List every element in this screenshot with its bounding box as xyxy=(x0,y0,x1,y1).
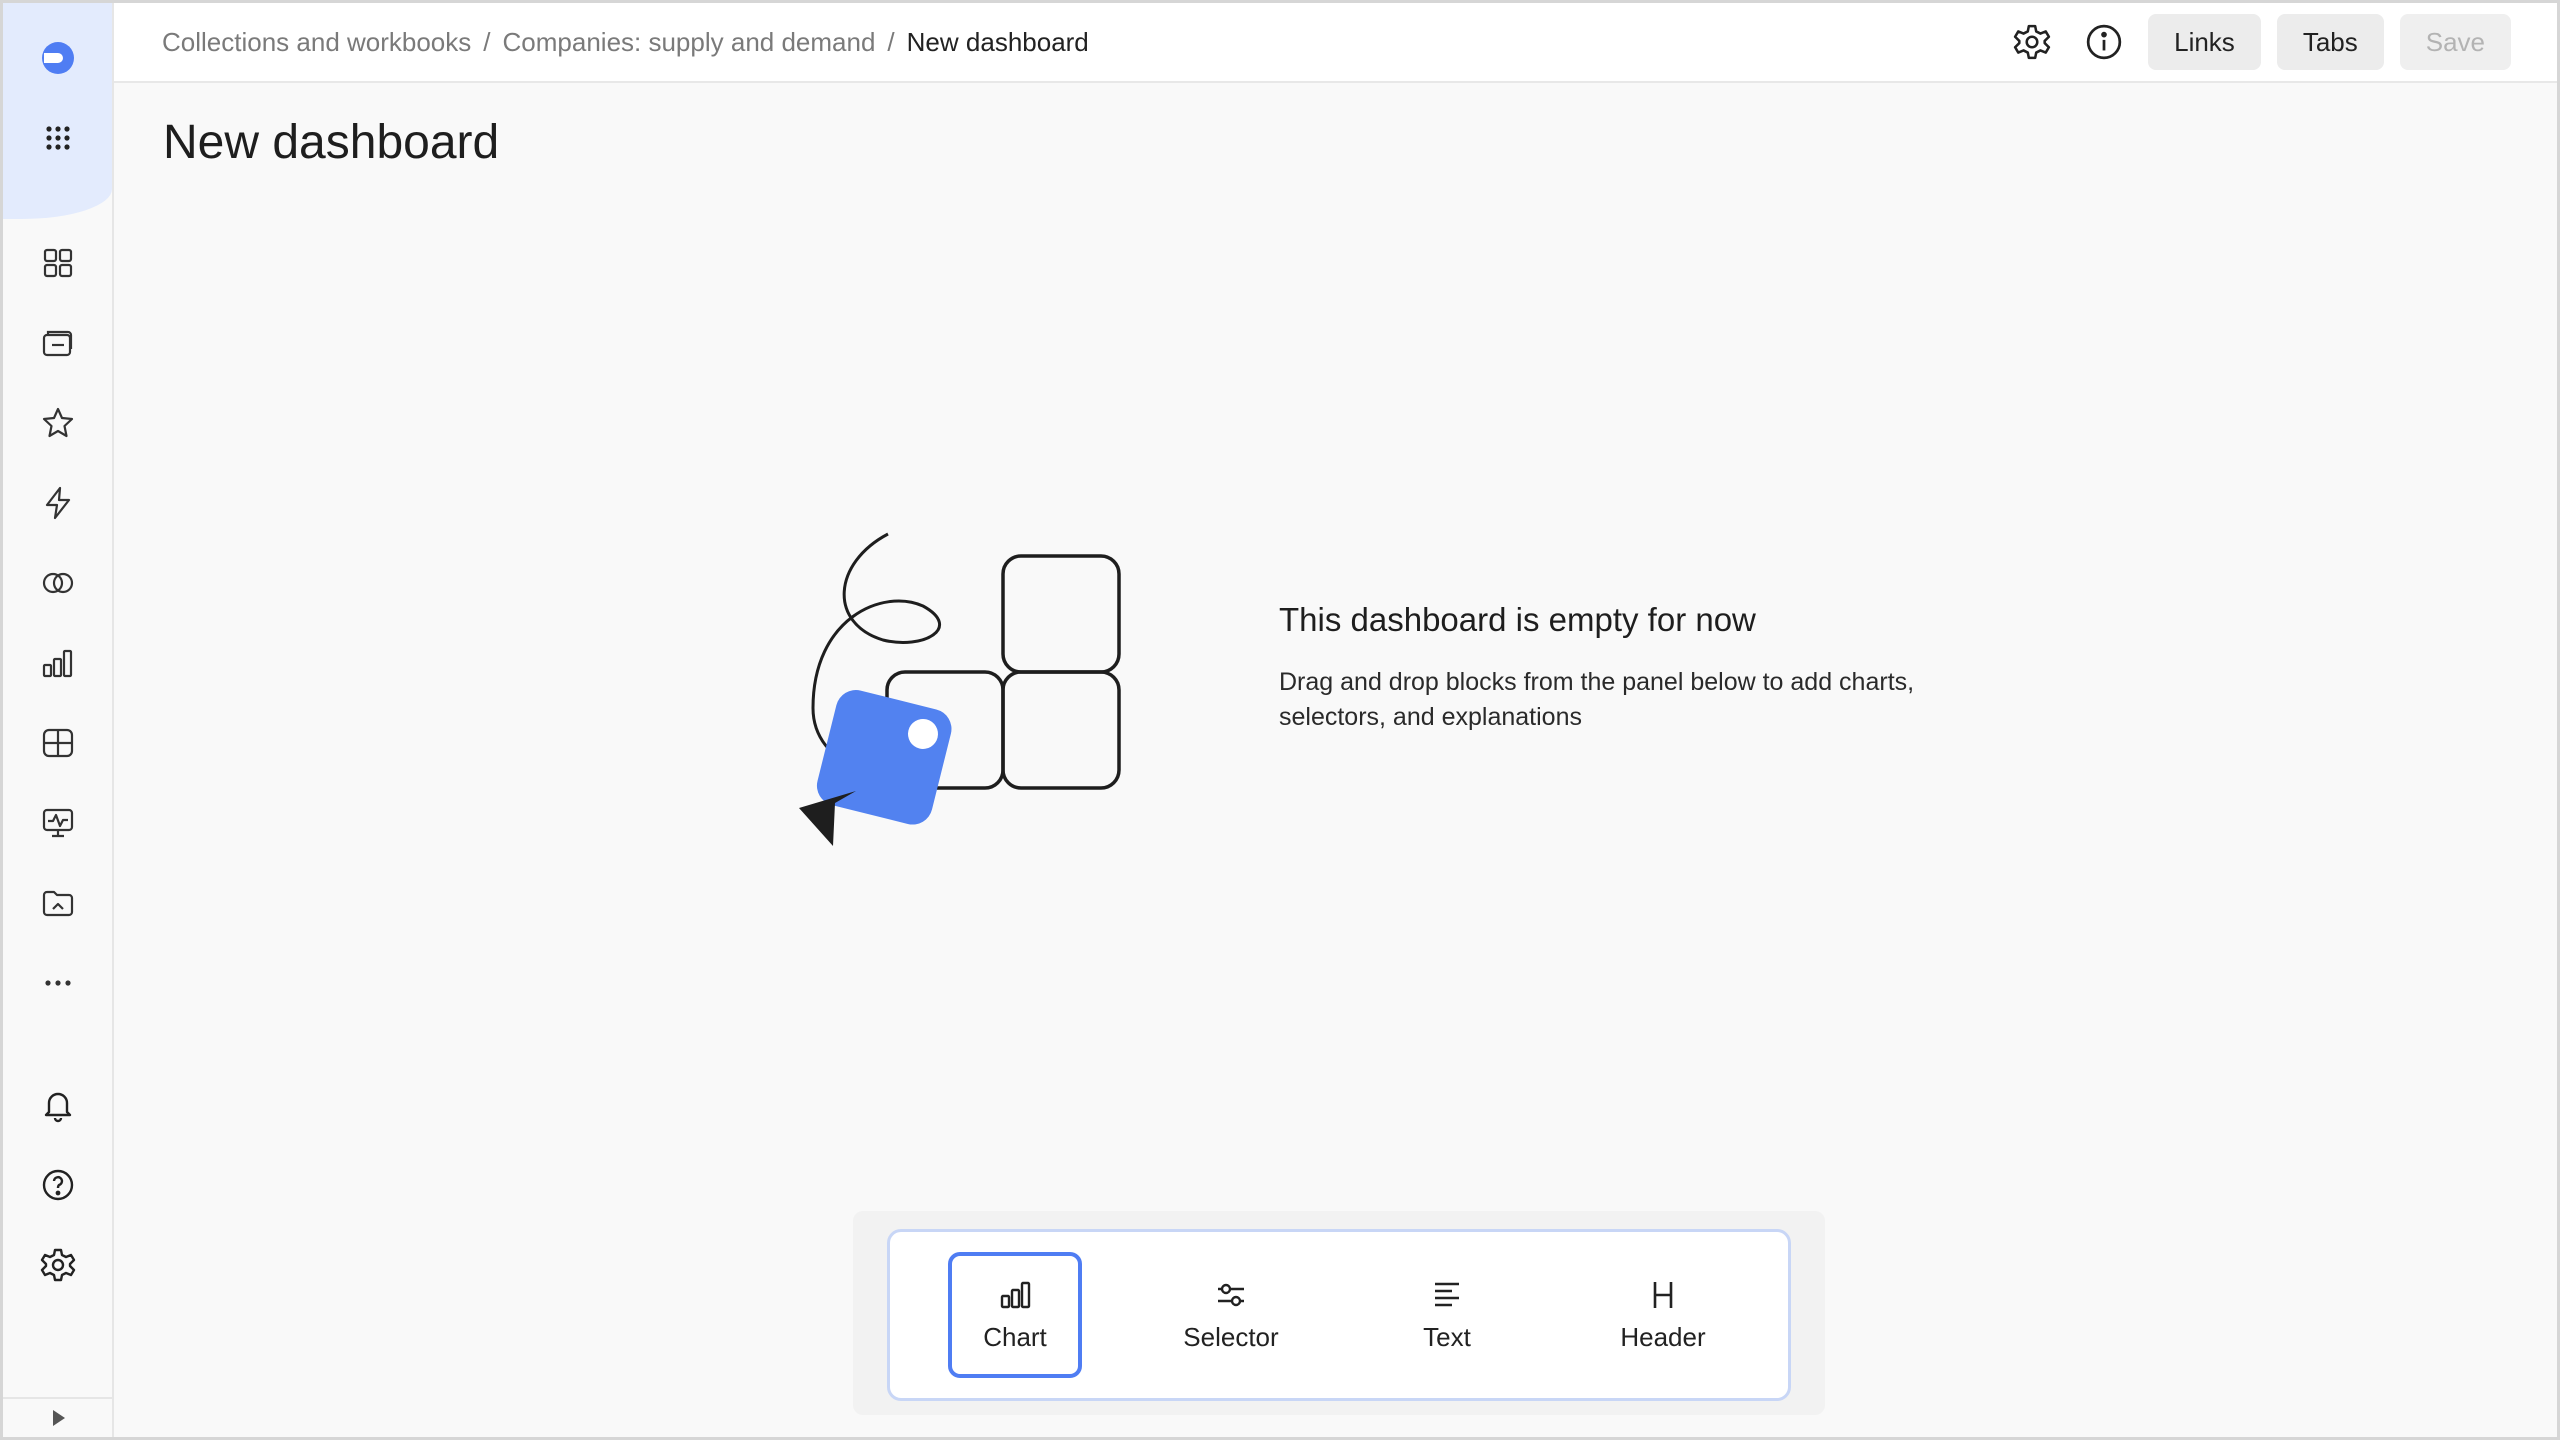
connections-bolt-icon[interactable] xyxy=(28,473,88,533)
top-header: Collections and workbooks / Companies: s… xyxy=(114,3,2557,83)
add-chart-button[interactable]: Chart xyxy=(948,1252,1082,1378)
page-title: New dashboard xyxy=(163,116,500,169)
save-button[interactable]: Save xyxy=(2399,14,2511,70)
empty-state-description: Drag and drop blocks from the panel belo… xyxy=(1279,668,1915,731)
breadcrumb: Collections and workbooks / Companies: s… xyxy=(162,3,1089,81)
notifications-bell-icon[interactable] xyxy=(28,1075,88,1135)
settings-gear-icon[interactable] xyxy=(28,1235,88,1295)
heading-icon xyxy=(1653,1281,1673,1308)
app-window: Collections and workbooks / Companies: s… xyxy=(0,0,2560,1440)
dashboards-icon[interactable] xyxy=(28,233,88,293)
links-button[interactable]: Links xyxy=(2148,14,2261,70)
empty-state-title: This dashboard is empty for now xyxy=(1279,601,1756,638)
panel-item-label: Header xyxy=(1620,1321,1706,1352)
reports-icon[interactable] xyxy=(28,713,88,773)
favorites-star-icon[interactable] xyxy=(28,393,88,453)
breadcrumb-separator: / xyxy=(887,26,895,57)
breadcrumb-workbook[interactable]: Companies: supply and demand xyxy=(503,27,876,58)
panel-item-label: Text xyxy=(1423,1321,1471,1352)
empty-state: This dashboard is empty for now Drag and… xyxy=(1279,601,1999,735)
apps-grid-icon[interactable] xyxy=(28,108,88,168)
logo-icon[interactable] xyxy=(28,28,88,88)
bar-chart-icon xyxy=(1000,1281,1031,1308)
panel-item-label: Selector xyxy=(1183,1321,1279,1352)
header-actions: Links Tabs Save xyxy=(2004,3,2511,81)
charts-icon[interactable] xyxy=(28,633,88,693)
collapse-arrow-icon[interactable] xyxy=(3,1397,112,1437)
monitoring-icon[interactable] xyxy=(28,793,88,853)
add-header-button[interactable]: Header xyxy=(1596,1252,1730,1378)
collections-icon[interactable] xyxy=(28,313,88,373)
help-icon[interactable] xyxy=(28,1155,88,1215)
text-lines-icon xyxy=(1435,1282,1459,1306)
add-selector-button[interactable]: Selector xyxy=(1164,1252,1298,1378)
datasets-icon[interactable] xyxy=(28,553,88,613)
tabs-button[interactable]: Tabs xyxy=(2276,14,2384,70)
dashboard-settings-gear-icon[interactable] xyxy=(2004,14,2060,70)
breadcrumb-separator: / xyxy=(483,26,491,57)
breadcrumb-collections[interactable]: Collections and workbooks xyxy=(162,27,471,58)
add-text-button[interactable]: Text xyxy=(1380,1252,1514,1378)
panel-item-label: Chart xyxy=(983,1321,1047,1352)
breadcrumb-current: New dashboard xyxy=(906,26,1089,57)
folder-icon[interactable] xyxy=(28,873,88,933)
more-icon[interactable] xyxy=(28,953,88,1013)
empty-state-illustration xyxy=(793,528,1133,858)
info-icon[interactable] xyxy=(2076,14,2132,70)
widget-panel: Chart Selector Text Header xyxy=(887,1229,1791,1401)
sliders-icon xyxy=(1218,1283,1244,1306)
sidebar xyxy=(3,3,114,1437)
